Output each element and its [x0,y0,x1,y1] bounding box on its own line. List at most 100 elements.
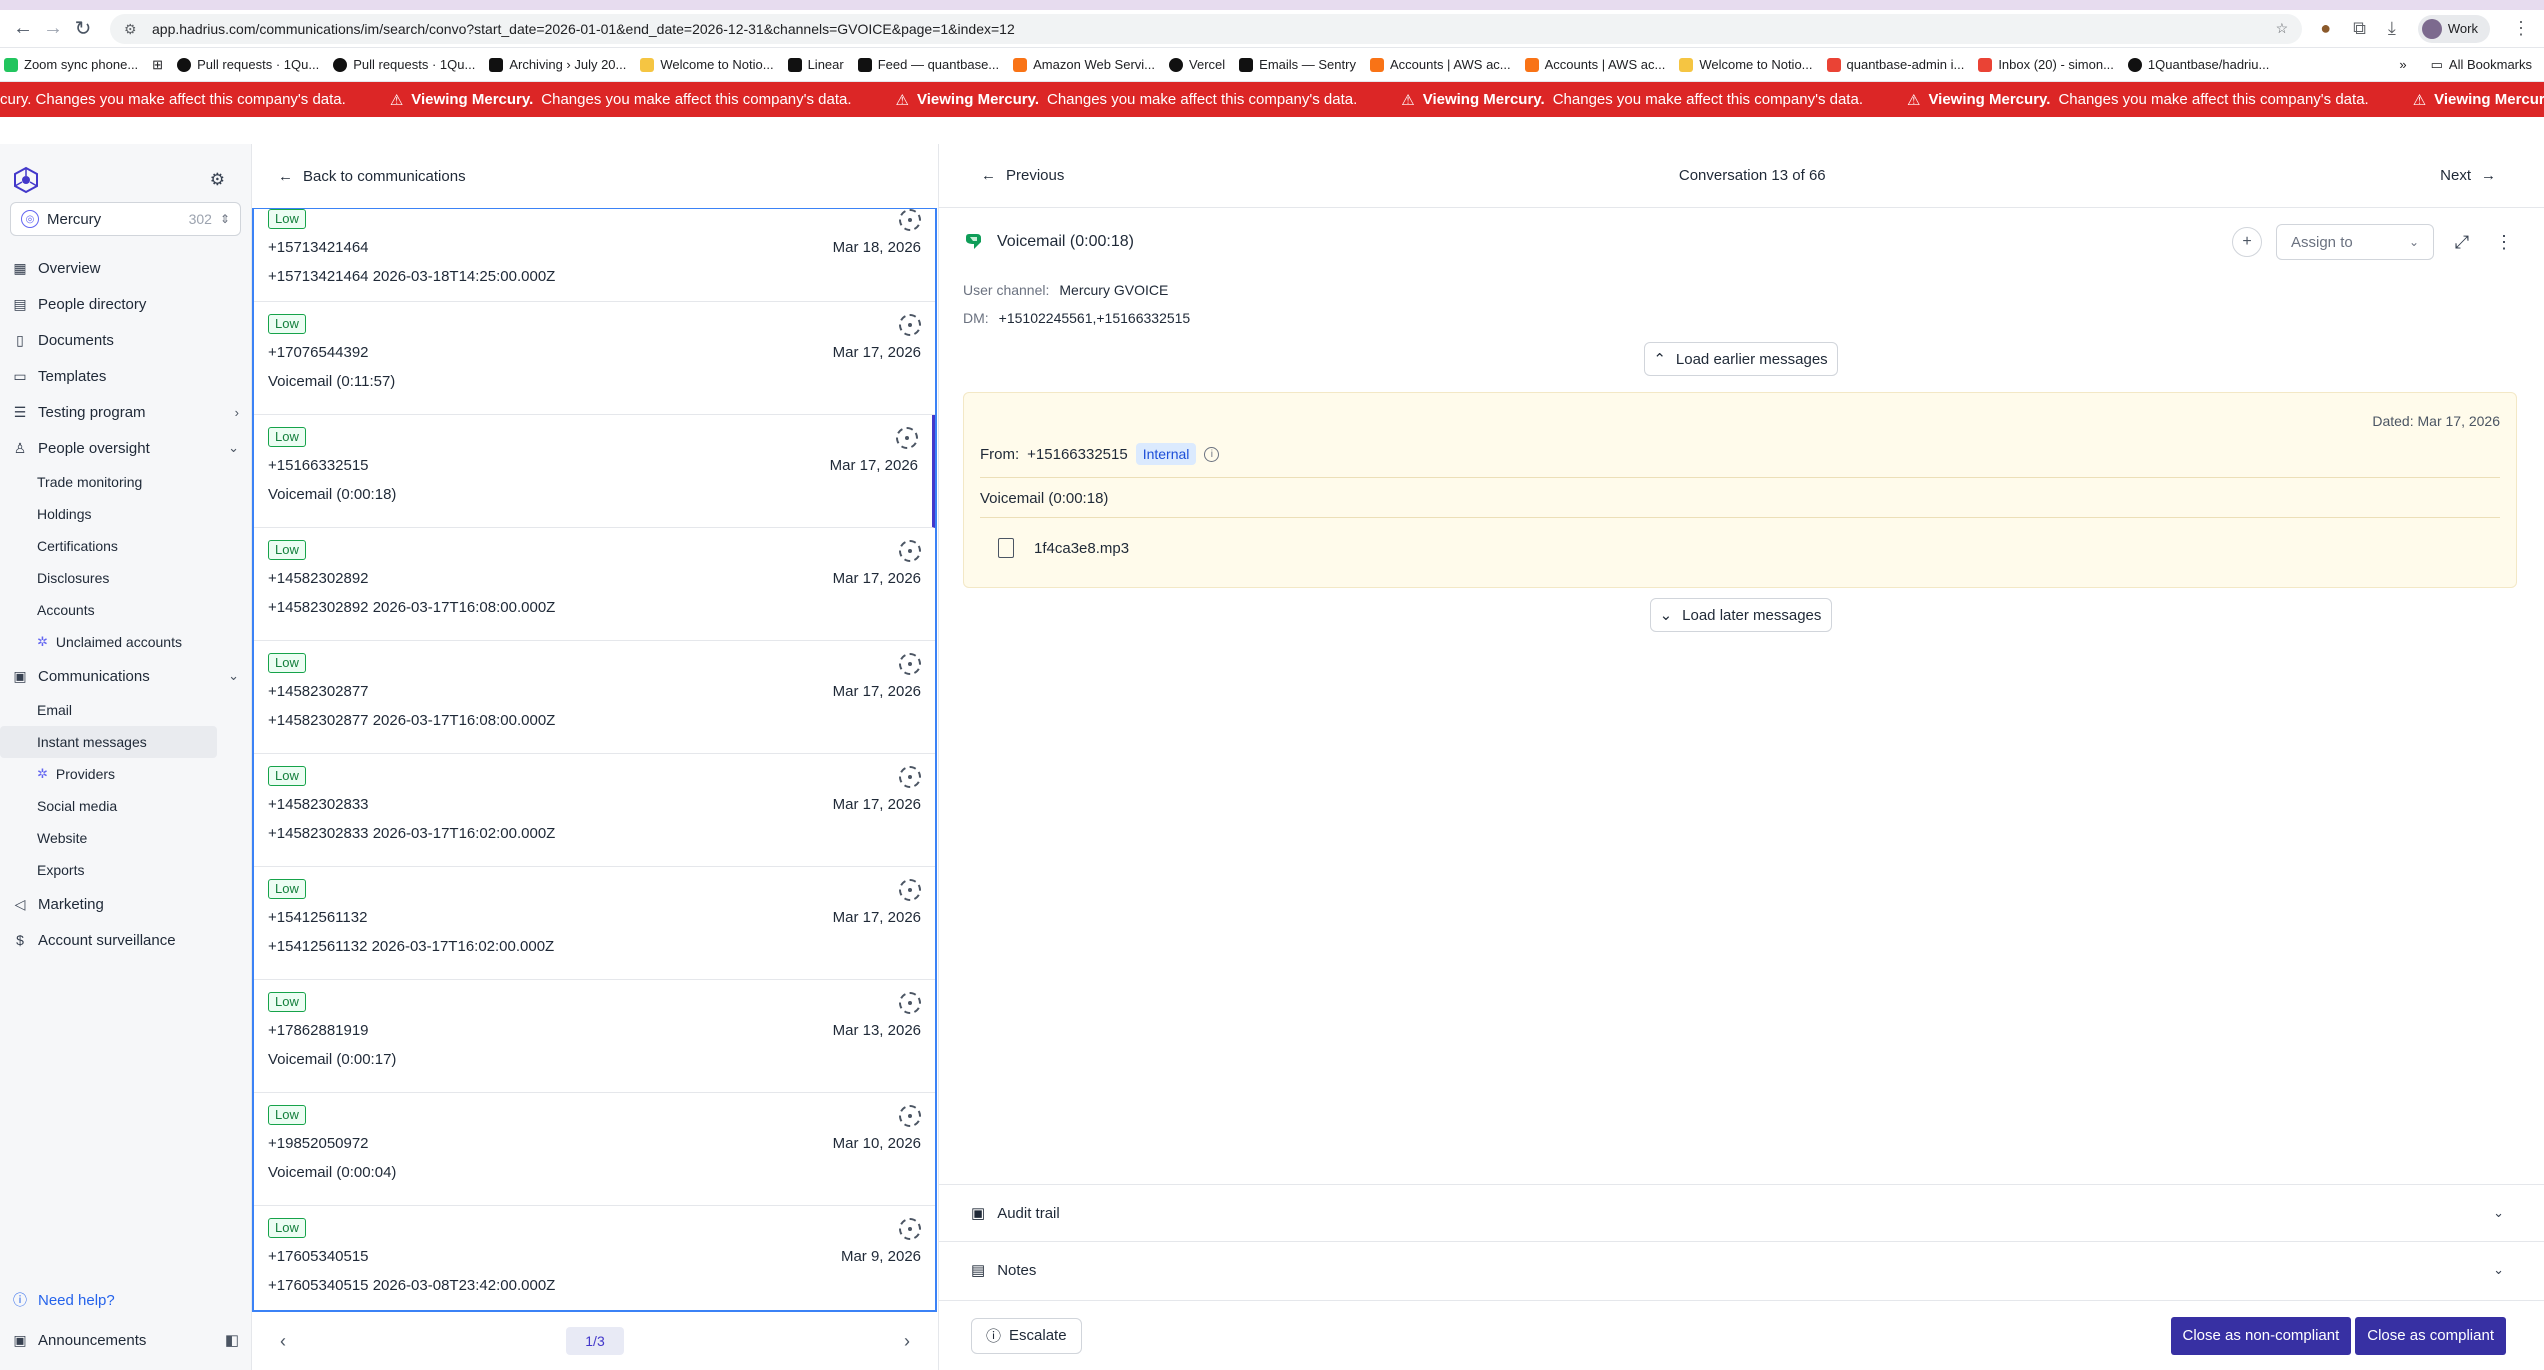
bookmark-item[interactable]: Inbox (20) - simon... [1978,57,2114,72]
address-bar[interactable]: ⚙ app.hadrius.com/communications/im/sear… [110,13,2303,44]
bookmark-item[interactable]: Pull requests · 1Qu... [333,57,475,72]
list-item[interactable]: Low +14582302877 Mar 17, 2026 +1458230287… [254,641,935,754]
bookmark-item[interactable]: Amazon Web Servi... [1013,57,1155,72]
load-later-button[interactable]: ⌄ Load later messages [1649,598,1832,632]
chevron-right-icon: » [2399,57,2407,72]
profile-label: Work [2447,21,2478,36]
bookmark-item[interactable]: Archiving › July 20... [489,57,626,72]
risk-badge: Low [268,1105,306,1125]
org-selector[interactable]: ◎ Mercury 302 ⇕ [10,202,241,236]
load-earlier-button[interactable]: ⌃ Load earlier messages [1643,342,1838,376]
bookmark-item[interactable]: Zoom sync phone... [4,57,138,72]
list-item[interactable]: Low +14582302892 Mar 17, 2026 +1458230289… [254,528,935,641]
bookmark-item[interactable]: Vercel [1169,57,1225,72]
page-indicator[interactable]: 1/3 [566,1327,624,1355]
attachment[interactable]: 1f4ca3e8.mp3 [980,538,2500,558]
sidebar-item-documents[interactable]: ▯ Documents [0,322,251,358]
sidebar-item-trade-monitoring[interactable]: Trade monitoring [0,466,251,498]
all-bookmarks[interactable]: » ▭ All Bookmarks [2399,57,2540,73]
conversation-preview: +14582302892 2026-03-17T16:08:00.000Z [268,599,556,616]
star-icon[interactable]: ☆ [2276,20,2289,37]
bookmark-item[interactable]: Linear [787,57,844,72]
sidebar-item-account-surveillance[interactable]: $ Account surveillance [0,922,251,958]
sidebar-item-exports[interactable]: Exports [0,854,251,886]
close-non-compliant-button[interactable]: Close as non-compliant [2170,1316,2352,1355]
apps-grid-icon[interactable]: ⊞ [152,57,163,73]
menu-dots-icon[interactable]: ⋮ [2512,18,2530,39]
list-item[interactable]: Low +17076544392 Mar 17, 2026 Voicemail (… [254,302,935,415]
hadrius-logo-icon[interactable] [12,166,40,194]
sidebar-item-instant-messages[interactable]: Instant messages [0,726,217,758]
risk-badge: Low [268,1218,306,1238]
list-item[interactable]: Low +17862881919 Mar 13, 2026 Voicemail (… [254,980,935,1093]
bookmark-item[interactable]: Feed — quantbase... [857,57,999,72]
sidebar-item-unclaimed-accounts[interactable]: ✲ Unclaimed accounts [0,626,251,658]
back-arrow-icon[interactable]: ← [8,14,38,44]
url-text: app.hadrius.com/communications/im/search… [152,20,1015,37]
list-item-selected[interactable]: Low +15166332515 Mar 17, 2026 Voicemail (… [254,415,935,528]
sliders-icon: ☰ [13,403,27,420]
sidebar-item-marketing[interactable]: ◁ Marketing [0,886,251,922]
risk-badge: Low [268,540,306,560]
message-card: Dated: Mar 17, 2026 From: +15166332515 I… [963,392,2517,588]
sidebar-item-providers[interactable]: ✲ Providers [0,758,251,790]
conversation-preview: Voicemail (0:00:18) [268,486,397,503]
sidebar-item-people-oversight[interactable]: ♙ People oversight ⌄ [0,430,251,466]
bookmark-item[interactable]: Pull requests · 1Qu... [177,57,319,72]
download-icon[interactable]: ⤓ [2388,18,2396,39]
forward-arrow-icon[interactable]: → [38,14,68,44]
bookmark-item[interactable]: quantbase-admin i... [1826,57,1964,72]
notes-section[interactable]: ▤ Notes ⌄ [939,1241,2544,1298]
bookmark-item[interactable]: Accounts | AWS ac... [1524,57,1665,72]
bookmark-item[interactable]: Welcome to Notio... [1679,57,1813,72]
sidebar-item-people-directory[interactable]: ▤ People directory [0,286,251,322]
puzzle-icon[interactable]: ⧉ [2353,18,2366,39]
assign-dropdown[interactable]: Assign to ⌄ [2276,224,2434,260]
sidebar-item-social-media[interactable]: Social media [0,790,251,822]
sidebar-item-certifications[interactable]: Certifications [0,530,251,562]
sidebar-item-accounts[interactable]: Accounts [0,594,251,626]
bookmark-item[interactable]: 1Quantbase/hadriu... [2127,57,2269,72]
list-item[interactable]: Low +14582302833 Mar 17, 2026 +1458230283… [254,754,935,867]
next-button[interactable]: Next → [2440,167,2496,184]
close-compliant-button[interactable]: Close as compliant [2355,1316,2506,1355]
more-vertical-icon[interactable]: ⋮ [2490,228,2518,256]
conversation-date: Mar 17, 2026 [832,344,921,361]
sidebar-item-website[interactable]: Website [0,822,251,854]
prev-page-chevron-icon[interactable]: ‹ [280,1331,286,1352]
sidebar-item-disclosures[interactable]: Disclosures [0,562,251,594]
sidebar-item-holdings[interactable]: Holdings [0,498,251,530]
help-link[interactable]: ⓘ Need help? [0,1280,251,1320]
list-item[interactable]: Low +17605340515 Mar 9, 2026 +17605340515… [254,1206,935,1310]
notes-icon: ▤ [971,1262,986,1279]
expand-icon[interactable]: ⤢ [2448,228,2476,256]
bookmark-item[interactable]: Emails — Sentry [1239,57,1356,72]
list-item[interactable]: Low +19852050972 Mar 10, 2026 Voicemail (… [254,1093,935,1206]
add-icon[interactable]: + [2232,227,2262,257]
extension-icon[interactable]: ● [2320,18,2331,39]
sidebar-item-testing-program[interactable]: ☰ Testing program › [0,394,251,430]
site-settings-icon[interactable]: ⚙ [124,21,140,37]
escalate-button[interactable]: ⓘ Escalate [971,1317,1082,1354]
sidebar-item-overview[interactable]: ▦ Overview [0,250,251,286]
profile-button[interactable]: Work [2417,14,2490,43]
phone-number: +14582302877 [268,683,369,700]
bookmark-item[interactable]: Welcome to Notio... [640,57,774,72]
list-item[interactable]: Low +15412561132 Mar 17, 2026 +1541256113… [254,867,935,980]
back-to-communications[interactable]: ← Back to communications [252,144,938,208]
next-page-chevron-icon[interactable]: › [904,1331,910,1352]
bookmark-item[interactable]: Accounts | AWS ac... [1369,57,1511,72]
internal-badge: Internal [1135,443,1197,465]
sidebar-item-templates[interactable]: ▭ Templates [0,358,251,394]
audit-icon: ▣ [971,1205,986,1222]
previous-button[interactable]: ← Previous [981,167,1064,184]
info-icon[interactable]: i [1204,446,1220,462]
announcements-link[interactable]: ▣ Announcements ◧ [0,1320,251,1360]
sidebar-item-communications[interactable]: ▣ Communications ⌄ [0,658,251,694]
reload-icon[interactable]: ↻ [68,14,98,44]
list-item[interactable]: Low +15713421464 Mar 18, 2026 +1571342146… [254,209,935,302]
risk-badge: Low [268,209,306,229]
sidebar-item-email[interactable]: Email [0,694,251,726]
audit-trail-section[interactable]: ▣ Audit trail ⌄ [939,1184,2544,1241]
settings-gear-icon[interactable]: ⚙ [210,170,225,190]
